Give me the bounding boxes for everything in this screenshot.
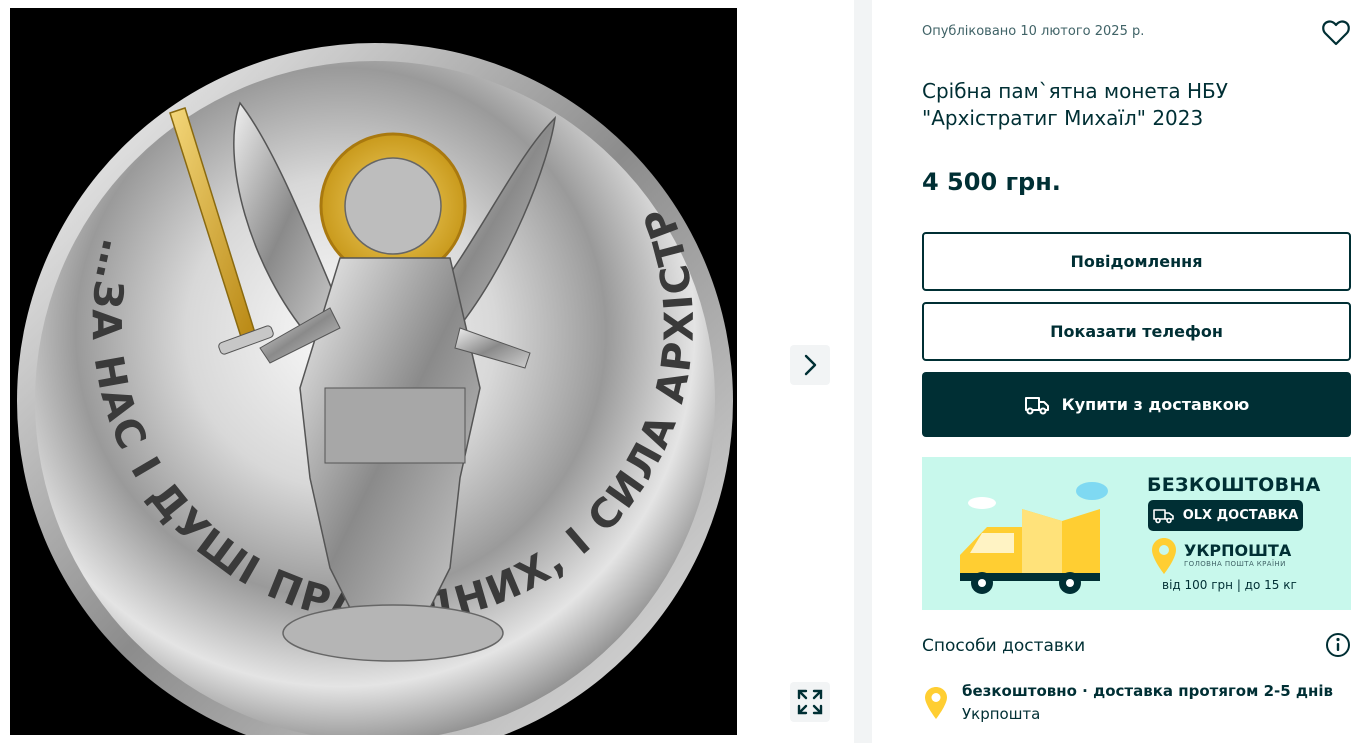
delivery-truck-illustration-icon [960,482,1108,594]
buy-with-delivery-button[interactable]: Купити з доставкою [922,372,1351,437]
delivery-carrier: Укрпошта [962,705,1041,723]
title-line-1: Срібна пам`ятна монета НБУ [922,79,1228,103]
olx-delivery-label: OLX ДОСТАВКА [1182,508,1299,523]
published-date: Опубліковано 10 лютого 2025 р. [922,24,1145,39]
coin-image: …ЗА НАС І ДУШІ ПРАВЕДНИХ, І СИЛА АРХІСТР… [10,8,737,735]
buy-label: Купити з доставкою [1061,395,1250,414]
delivery-methods-title: Способи доставки [922,636,1086,656]
heart-icon [1322,20,1350,46]
title-line-2: "Архістратиг Михаїл" 2023 [922,106,1204,130]
carrier-slogan: ГОЛОВНА ПОШТА КРАЇНИ [1184,560,1286,568]
info-icon [1326,633,1350,657]
delivery-conditions: від 100 грн | до 15 кг [1162,578,1297,592]
favorite-button[interactable] [1321,18,1351,48]
listing-title: Срібна пам`ятна монета НБУ "Архістратиг … [922,78,1322,132]
chevron-right-icon [804,354,817,376]
product-photo[interactable]: …ЗА НАС І ДУШІ ПРАВЕДНИХ, І СИЛА АРХІСТР… [10,8,737,735]
price: 4 500 грн. [922,168,1061,196]
free-delivery-banner[interactable]: БЕЗКОШТОВНА OLX ДОСТАВКА УКРПОШТА ГОЛОВН… [922,457,1351,610]
ukrposhta-logo-icon [1152,538,1176,574]
delivery-truck-icon [1152,508,1175,524]
carrier-logo-text: УКРПОШТА [1184,541,1292,560]
next-image-button[interactable] [790,345,830,385]
listing-panel: Опубліковано 10 лютого 2025 р. Срібна па… [872,0,1365,743]
olx-delivery-badge: OLX ДОСТАВКА [1148,500,1303,531]
delivery-info-button[interactable] [1324,631,1352,659]
location-pin-icon [925,687,947,719]
expand-icon [797,689,823,715]
fullscreen-button[interactable] [790,682,830,722]
free-label: БЕЗКОШТОВНА [1147,474,1321,496]
message-button[interactable]: Повідомлення [922,232,1351,291]
delivery-truck-icon [1024,394,1050,416]
delivery-method: безкоштовно · доставка протягом 2-5 днів [962,682,1334,700]
show-phone-button[interactable]: Показати телефон [922,302,1351,361]
image-gallery: …ЗА НАС І ДУШІ ПРАВЕДНИХ, І СИЛА АРХІСТР… [0,0,854,743]
